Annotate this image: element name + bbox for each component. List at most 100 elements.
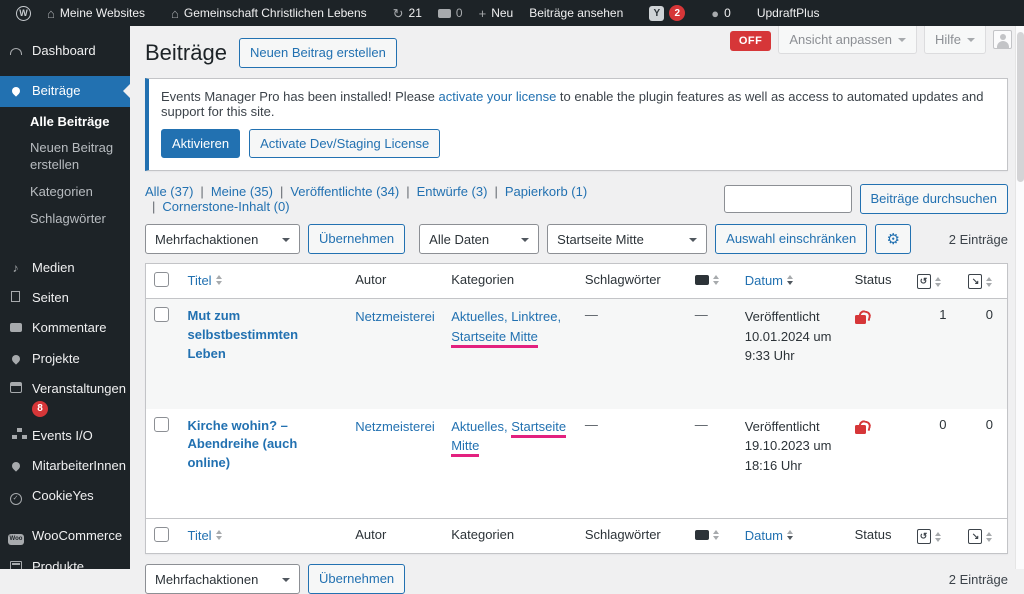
box-icon <box>9 560 22 569</box>
network-icon <box>17 427 22 432</box>
comment-bubble-icon <box>694 275 709 285</box>
dates-filter-select[interactable]: Alle Daten <box>419 224 540 254</box>
author-link[interactable]: Netzmeisterei <box>355 419 434 434</box>
post-title-link[interactable]: Kirche wohin? – Abendreihe (auch online) <box>187 417 339 474</box>
filter-published[interactable]: Veröffentlichte (34) <box>290 184 399 199</box>
submenu-new-post[interactable]: Neuen Beitrag erstellen <box>0 135 130 179</box>
sort-date[interactable]: Datum <box>745 272 794 288</box>
header-status: Status <box>846 518 909 554</box>
sidebar-item-pages[interactable]: Seiten <box>0 283 130 313</box>
row-checkbox[interactable] <box>154 416 169 432</box>
select-all-checkbox[interactable] <box>154 527 169 542</box>
avatar[interactable] <box>993 30 1012 49</box>
main-content: OFF Ansicht anpassen Hilfe Beiträge Neue… <box>130 26 1024 594</box>
select-all-checkbox[interactable] <box>154 272 169 287</box>
sort-comments[interactable] <box>694 272 719 288</box>
sidebar-item-comments[interactable]: Kommentare <box>0 313 130 343</box>
my-sites-menu[interactable]: ⌂ Meine Websites <box>39 0 153 26</box>
sort-comments[interactable] <box>694 527 719 543</box>
publish-status: Veröffentlicht <box>744 309 820 324</box>
filter-button[interactable]: Auswahl einschränken <box>715 224 868 254</box>
sort-date[interactable]: Datum <box>745 527 794 543</box>
updraftplus-menu[interactable]: UpdraftPlus <box>749 0 828 26</box>
count-b: 0 <box>985 416 993 432</box>
sort-title[interactable]: Titel <box>187 527 222 543</box>
category-filter-select[interactable]: Startseite Mitte <box>547 224 708 254</box>
gear-icon[interactable]: ⚙ <box>875 224 912 254</box>
updates-menu[interactable]: ↻ 21 <box>385 0 430 26</box>
activate-button[interactable]: Aktivieren <box>161 128 241 158</box>
sort-arrows-icon <box>215 527 222 543</box>
author-link[interactable]: Netzmeisterei <box>355 309 434 324</box>
sidebar-item-posts[interactable]: Beiträge <box>0 76 130 107</box>
sort-arrows-icon <box>787 527 794 543</box>
header-author: Autor <box>347 263 444 299</box>
tags-empty: — <box>584 307 598 322</box>
submenu-tags[interactable]: Schlagwörter <box>0 206 130 233</box>
view-posts-menu[interactable]: Beiträge ansehen <box>521 0 631 26</box>
dev-staging-license-button[interactable]: Activate Dev/Staging License <box>249 128 441 158</box>
screen-options-label: Ansicht anpassen <box>789 32 892 47</box>
dot-icon: ● <box>711 5 720 21</box>
import-page-icon: ↘ <box>968 274 983 289</box>
category-link-marked[interactable]: Startseite Mitte <box>451 328 538 348</box>
sidebar-item-media[interactable]: ♪ Medien <box>0 253 130 283</box>
cookieyes-icon: ✓ <box>9 493 22 506</box>
sort-revisions[interactable]: ↺ <box>916 529 941 545</box>
sidebar-item-label: WooCommerce <box>32 528 123 544</box>
sidebar-item-label: Kommentare <box>32 320 107 336</box>
sidebar-item-projects[interactable]: Projekte <box>0 344 130 374</box>
table-row: Mut zum selbstbestimmten Leben Netzmeist… <box>145 298 1008 409</box>
sidebar-item-events-io[interactable]: Events I/O <box>0 421 130 451</box>
sort-imports[interactable]: ↘ <box>968 529 993 545</box>
sort-imports[interactable]: ↘ <box>968 274 993 290</box>
search-input[interactable] <box>723 185 852 213</box>
sidebar-item-label: Beiträge <box>32 83 81 99</box>
search-posts-button[interactable]: Beiträge durchsuchen <box>859 184 1008 214</box>
indicator-menu[interactable]: ● 0 <box>703 0 739 26</box>
table-row: Kirche wohin? – Abendreihe (auch online)… <box>146 409 1008 519</box>
submenu-all-posts[interactable]: Alle Beiträge <box>0 109 130 136</box>
add-new-post-button[interactable]: Neuen Beitrag erstellen <box>238 38 397 68</box>
filter-cornerstone[interactable]: Cornerstone-Inhalt (0) <box>162 199 289 214</box>
sidebar-item-events[interactable]: Veranstaltungen <box>0 374 130 399</box>
sort-title[interactable]: Titel <box>187 272 222 288</box>
count-b: 0 <box>985 307 993 322</box>
activate-license-link[interactable]: activate your license <box>439 89 557 104</box>
posts-submenu: Alle Beiträge Neuen Beitrag erstellen Ka… <box>0 107 130 243</box>
site-name-menu[interactable]: ⌂ Gemeinschaft Christlichen Lebens <box>163 0 375 26</box>
category-links[interactable]: Aktuelles, Linktree, <box>451 309 561 324</box>
sidebar-item-products[interactable]: Produkte <box>0 552 130 569</box>
post-title-link[interactable]: Mut zum selbstbestimmten Leben <box>187 307 339 364</box>
off-toggle-badge[interactable]: OFF <box>729 31 772 51</box>
page-scrollbar[interactable] <box>1015 26 1024 569</box>
screen-options-tab[interactable]: Ansicht anpassen <box>778 26 917 54</box>
scrollbar-thumb[interactable] <box>1017 32 1024 182</box>
help-tab[interactable]: Hilfe <box>923 26 986 54</box>
filter-drafts[interactable]: Entwürfe (3) <box>417 184 488 199</box>
sidebar-item-staff[interactable]: MitarbeiterInnen <box>0 451 130 481</box>
comments-menu[interactable]: 0 <box>430 0 471 26</box>
apply-button[interactable]: Übernehmen <box>308 224 406 254</box>
sidebar-item-woocommerce[interactable]: Woo WooCommerce <box>0 521 130 551</box>
license-notice: Events Manager Pro has been installed! P… <box>145 77 1008 171</box>
sort-revisions[interactable]: ↺ <box>916 274 941 290</box>
bulk-actions-select[interactable]: Mehrfachaktionen <box>145 224 300 254</box>
publish-date: 19.10.2023 um 18:16 Uhr <box>744 438 832 473</box>
filter-mine[interactable]: Meine (35) <box>211 184 273 199</box>
tags-empty: — <box>584 416 598 432</box>
sidebar-item-cookieyes[interactable]: ✓ CookieYes <box>0 481 130 511</box>
yoast-icon: Y <box>649 5 665 21</box>
yoast-menu[interactable]: Y 2 <box>641 0 693 26</box>
category-links[interactable]: Aktuelles, <box>451 419 511 434</box>
sidebar-item-dashboard[interactable]: Dashboard <box>0 36 130 66</box>
row-checkbox[interactable] <box>154 307 169 322</box>
filter-all[interactable]: Alle (37) <box>145 184 193 199</box>
comment-count: 0 <box>455 6 463 20</box>
new-content-menu[interactable]: + Neu <box>471 0 522 26</box>
filter-trash[interactable]: Papierkorb (1) <box>505 184 587 199</box>
header-categories: Kategorien <box>443 263 577 299</box>
wordpress-logo-menu[interactable]: W <box>8 0 39 26</box>
comments-empty: — <box>694 307 708 322</box>
submenu-categories[interactable]: Kategorien <box>0 179 130 206</box>
